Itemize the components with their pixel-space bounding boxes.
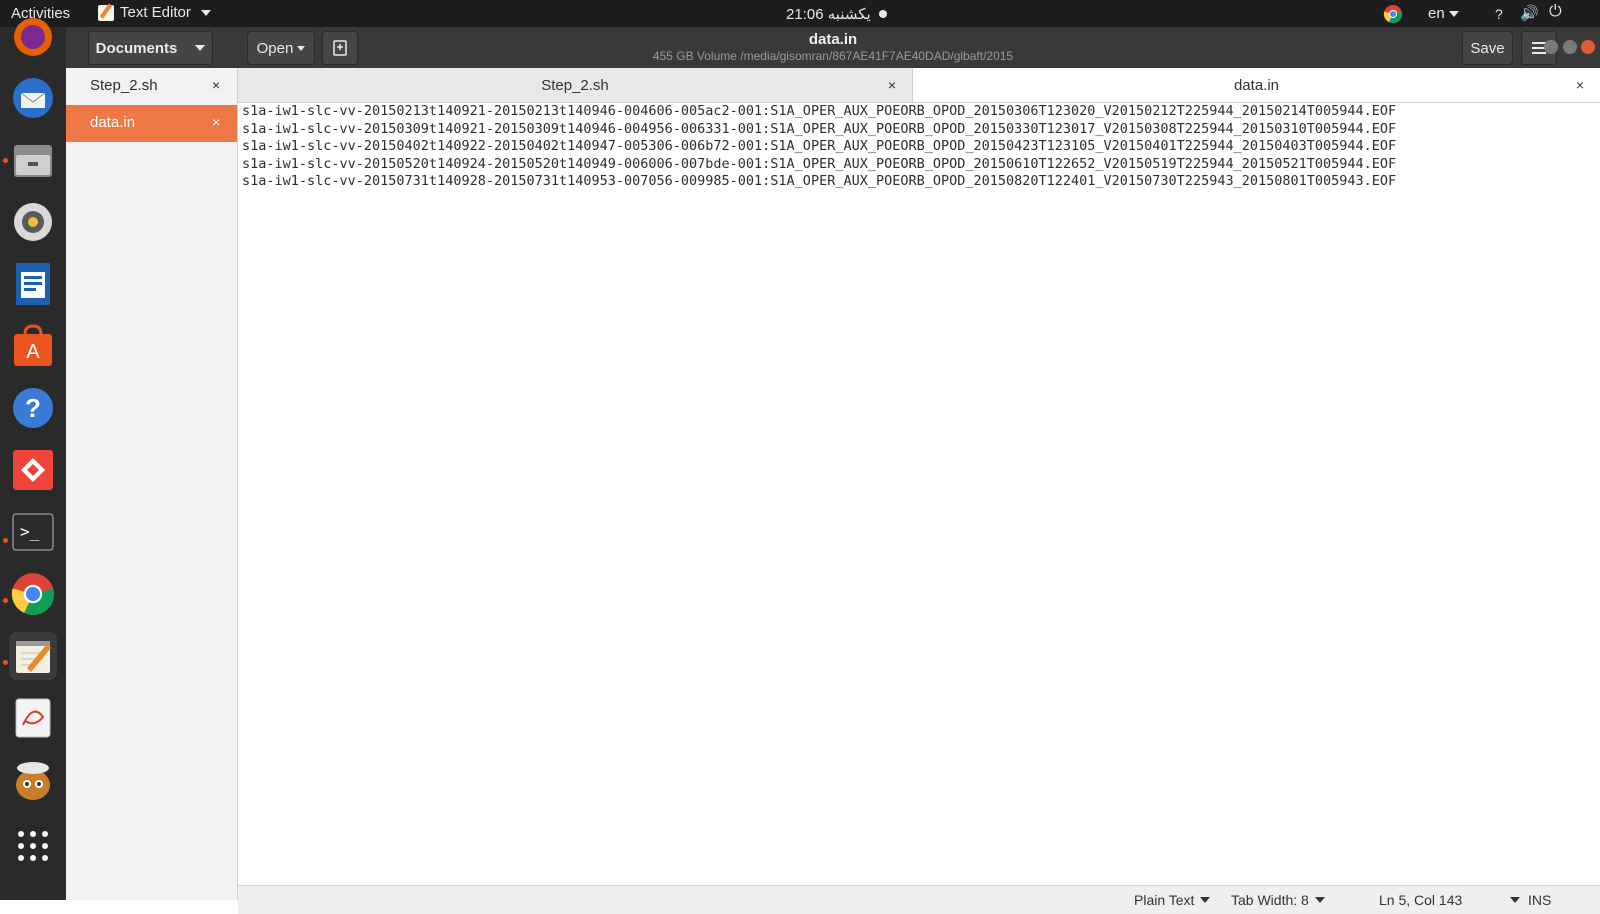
code-line: s1a-iw1-slc-vv-20150309t140921-20150309t… bbox=[242, 120, 1397, 137]
sidebar-item-label: Step_2.sh bbox=[90, 77, 158, 94]
chevron-down-icon bbox=[1314, 897, 1325, 903]
running-indicator bbox=[3, 598, 8, 603]
app-menu[interactable]: Text Editor bbox=[98, 4, 211, 21]
files-icon[interactable] bbox=[9, 136, 57, 184]
terminal-icon[interactable]: >_ bbox=[9, 508, 57, 556]
close-icon[interactable]: × bbox=[1576, 77, 1584, 93]
text-editor-icon[interactable] bbox=[9, 632, 57, 680]
code-line: s1a-iw1-slc-vv-20150213t140921-20150213t… bbox=[242, 103, 1397, 119]
cursor-position-label: Ln 5, Col 143 bbox=[1379, 892, 1463, 908]
tab-label: data.in bbox=[1233, 77, 1280, 94]
help-icon[interactable]: ? bbox=[9, 384, 57, 432]
clock-label: 21:06 یکشنبه bbox=[786, 6, 871, 23]
close-icon[interactable]: × bbox=[212, 77, 220, 93]
close-icon[interactable]: × bbox=[212, 114, 220, 130]
text-editor-area[interactable]: s1a-iw1-slc-vv-20150213t140921-20150213t… bbox=[238, 103, 1600, 885]
software-center-icon[interactable]: A bbox=[9, 322, 57, 370]
anydesk-icon[interactable] bbox=[9, 446, 57, 494]
chevron-down-icon bbox=[1448, 11, 1459, 18]
notification-dot-icon bbox=[878, 10, 887, 18]
dock: A ? >_ bbox=[0, 18, 66, 900]
running-indicator bbox=[3, 158, 8, 163]
maximize-button[interactable] bbox=[1563, 40, 1577, 54]
svg-text:?: ? bbox=[25, 393, 41, 423]
chevron-down-icon bbox=[1200, 897, 1211, 903]
cursor-position[interactable]: Ln 5, Col 143 bbox=[1379, 892, 1521, 908]
header-bar: Documents Open data.in 455 GB Volume /me… bbox=[66, 27, 1600, 68]
chevron-down-icon bbox=[1510, 897, 1521, 903]
volume-icon[interactable]: 🔊 bbox=[1520, 4, 1539, 22]
window-subtitle: 455 GB Volume /media/gisomran/867AE41F7A… bbox=[652, 49, 1014, 63]
language-indicator[interactable]: en bbox=[1428, 5, 1459, 22]
save-button[interactable]: Save bbox=[1462, 31, 1513, 65]
svg-text:A: A bbox=[26, 341, 40, 363]
app-grid-icon[interactable] bbox=[9, 822, 57, 870]
code-line: s1a-iw1-slc-vv-20150402t140922-20150402t… bbox=[242, 138, 1397, 154]
documents-sidebar: Step_2.sh × data.in × bbox=[66, 68, 238, 900]
help-icon[interactable]: ? bbox=[1495, 6, 1503, 22]
minimize-button[interactable] bbox=[1544, 40, 1558, 54]
language-label: en bbox=[1428, 5, 1445, 22]
chevron-down-icon bbox=[200, 9, 211, 16]
tab-width-label: Tab Width: 8 bbox=[1231, 892, 1309, 908]
close-icon[interactable]: × bbox=[888, 77, 896, 93]
chrome-icon[interactable] bbox=[9, 570, 57, 618]
insert-mode-label: INS bbox=[1528, 892, 1552, 908]
top-bar: Activities Text Editor 21:06 یکشنبه en ?… bbox=[0, 0, 1600, 27]
document-viewer-icon[interactable] bbox=[9, 694, 57, 742]
language-selector[interactable]: Plain Text bbox=[1134, 892, 1211, 908]
close-window-button[interactable] bbox=[1581, 40, 1595, 54]
sidebar-item-step2[interactable]: Step_2.sh × bbox=[66, 68, 237, 105]
tab-data-in[interactable]: data.in × bbox=[913, 68, 1600, 102]
window-title: data.in bbox=[808, 31, 858, 48]
power-icon[interactable]: ⏻ bbox=[1549, 3, 1562, 21]
code-line: s1a-iw1-slc-vv-20150520t140924-20150520t… bbox=[242, 155, 1397, 172]
text-editor-window: Documents Open data.in 455 GB Volume /me… bbox=[66, 27, 1600, 914]
svg-text:>_: >_ bbox=[20, 522, 40, 541]
running-indicator bbox=[3, 538, 8, 543]
firefox-icon[interactable] bbox=[9, 13, 57, 61]
text-editor-app-icon bbox=[98, 4, 114, 21]
save-label: Save bbox=[1470, 39, 1505, 57]
tab-label: Step_2.sh bbox=[541, 77, 609, 94]
sidebar-item-data-in[interactable]: data.in × bbox=[66, 105, 237, 142]
thunderbird-icon[interactable] bbox=[9, 74, 57, 122]
code-line: s1a-iw1-slc-vv-20150731t140928-20150731t… bbox=[242, 173, 1397, 189]
libreoffice-writer-icon[interactable] bbox=[9, 260, 57, 308]
tab-bar: Step_2.sh × data.in × bbox=[238, 68, 1600, 103]
rhythmbox-icon[interactable] bbox=[9, 198, 57, 246]
insert-mode-indicator[interactable]: INS bbox=[1528, 892, 1551, 908]
tab-width-selector[interactable]: Tab Width: 8 bbox=[1231, 892, 1325, 908]
app-menu-label: Text Editor bbox=[120, 4, 191, 21]
language-label: Plain Text bbox=[1134, 892, 1195, 908]
gimp-icon[interactable] bbox=[9, 756, 57, 804]
clock[interactable]: 21:06 یکشنبه bbox=[786, 5, 887, 23]
tab-step2[interactable]: Step_2.sh × bbox=[238, 68, 913, 102]
chrome-tray-icon[interactable] bbox=[1383, 4, 1403, 24]
running-indicator bbox=[3, 660, 8, 665]
sidebar-item-label: data.in bbox=[90, 114, 136, 131]
